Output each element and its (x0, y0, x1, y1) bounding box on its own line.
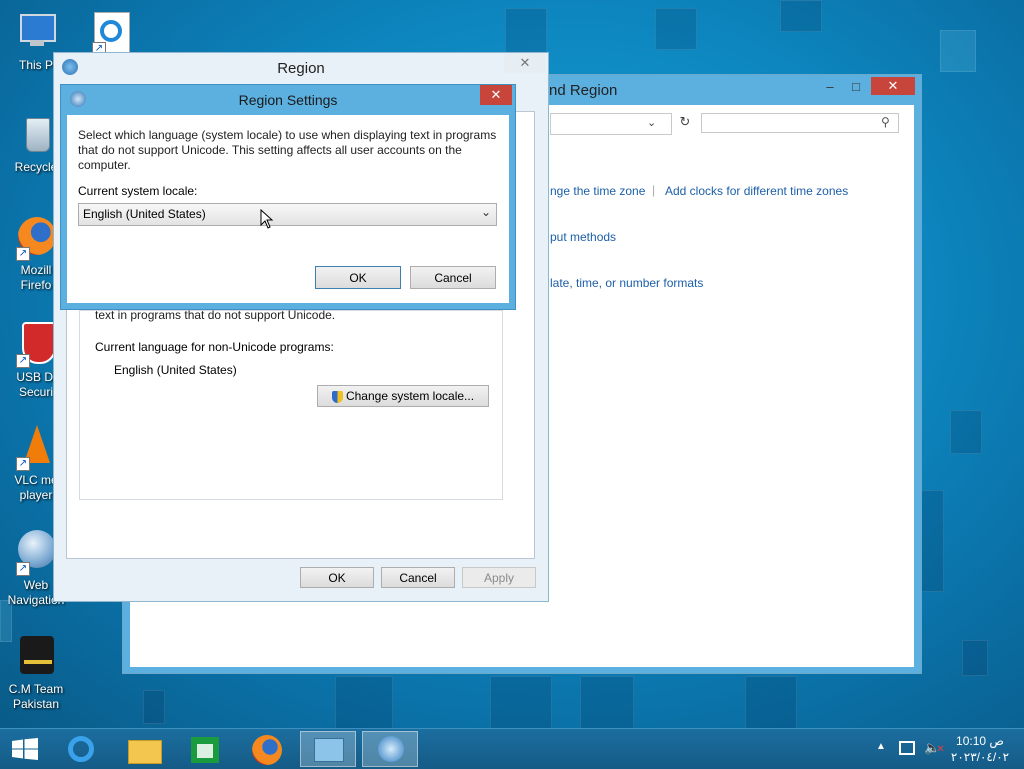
maximize-button[interactable]: □ (843, 77, 869, 97)
region-settings-description: Select which language (system locale) to… (78, 128, 497, 172)
apply-button[interactable]: Apply (462, 567, 536, 588)
shortcut-arrow-icon: ↗ (16, 354, 30, 368)
link-separator: | (652, 183, 656, 197)
taskbar: ▲ 🔈✕ 10:10 ص ٢٠٢٣/٠٤/٠٢ (0, 728, 1024, 769)
firefox-taskbar-icon[interactable] (239, 731, 295, 767)
change-system-locale-button[interactable]: Change system locale... (317, 385, 489, 407)
close-button[interactable]: ✕ (871, 77, 915, 95)
uac-shield-icon (331, 390, 343, 403)
chevron-down-icon[interactable]: ⌄ (647, 116, 656, 129)
current-language-value: English (United States) (114, 363, 237, 377)
shortcut-arrow-icon: ↗ (16, 247, 30, 261)
region-taskbar-icon[interactable] (362, 731, 418, 767)
control-panel-taskbar-icon[interactable] (300, 731, 356, 767)
ok-button[interactable]: OK (300, 567, 374, 588)
add-clocks-link[interactable]: Add clocks for different time zones (665, 184, 848, 198)
clock-date[interactable]: ٢٠٢٣/٠٤/٠٢ (948, 750, 1012, 764)
cancel-button[interactable]: Cancel (381, 567, 455, 588)
window-title: nd Region (549, 82, 618, 99)
change-system-locale-label: Change system locale... (345, 389, 475, 403)
close-button[interactable]: ✕ (480, 85, 512, 105)
volume-muted-icon[interactable]: 🔈✕ (924, 740, 945, 756)
clock-time[interactable]: 10:10 ص (950, 734, 1010, 748)
ie-desktop-icon[interactable]: ↗ (90, 10, 134, 58)
network-icon[interactable] (899, 741, 915, 755)
cancel-button[interactable]: Cancel (410, 266, 496, 289)
show-hidden-icons-button[interactable]: ▲ (876, 741, 886, 752)
change-time-zone-link[interactable]: nge the time zone (550, 184, 645, 198)
input-methods-link[interactable]: put methods (550, 230, 616, 244)
shortcut-arrow-icon: ↗ (16, 457, 30, 471)
start-button[interactable] (0, 729, 50, 769)
search-input[interactable] (701, 113, 899, 133)
close-button[interactable]: ✕ (504, 53, 546, 73)
unicode-info-text: text in programs that do not support Uni… (95, 308, 336, 322)
ok-button[interactable]: OK (315, 266, 401, 289)
internet-explorer-taskbar-icon[interactable] (54, 731, 110, 767)
system-locale-dropdown[interactable]: English (United States) ⌄ (78, 203, 497, 226)
chevron-down-icon: ⌄ (480, 205, 491, 219)
desktop: This P ↗ Recycle ↗ Mozill Firefo ↗ USB D… (0, 0, 1024, 728)
shortcut-arrow-icon: ↗ (16, 562, 30, 576)
window-title: Region (277, 60, 325, 77)
dialog-title: Region Settings (238, 92, 338, 108)
windows-logo-icon (12, 738, 38, 760)
current-system-locale-label: Current system locale: (78, 184, 198, 198)
current-language-label: Current language for non-Unicode program… (95, 340, 334, 354)
file-explorer-taskbar-icon[interactable] (116, 731, 172, 767)
minimize-button[interactable]: – (817, 77, 843, 97)
search-icon[interactable]: ⚲ (881, 115, 890, 129)
refresh-icon[interactable]: ↻ (676, 114, 694, 134)
desktop-icon-label: C.M Team Pakistan (8, 682, 64, 711)
store-taskbar-icon[interactable] (177, 731, 233, 767)
formats-link[interactable]: late, time, or number formats (550, 276, 703, 290)
cm-team-icon[interactable]: C.M Team Pakistan (6, 634, 66, 712)
system-locale-value: English (United States) (83, 207, 206, 221)
region-settings-content: Select which language (system locale) to… (67, 115, 509, 303)
mouse-cursor-icon (260, 209, 274, 229)
region-settings-dialog: Region Settings ✕ Select which language … (60, 84, 516, 310)
